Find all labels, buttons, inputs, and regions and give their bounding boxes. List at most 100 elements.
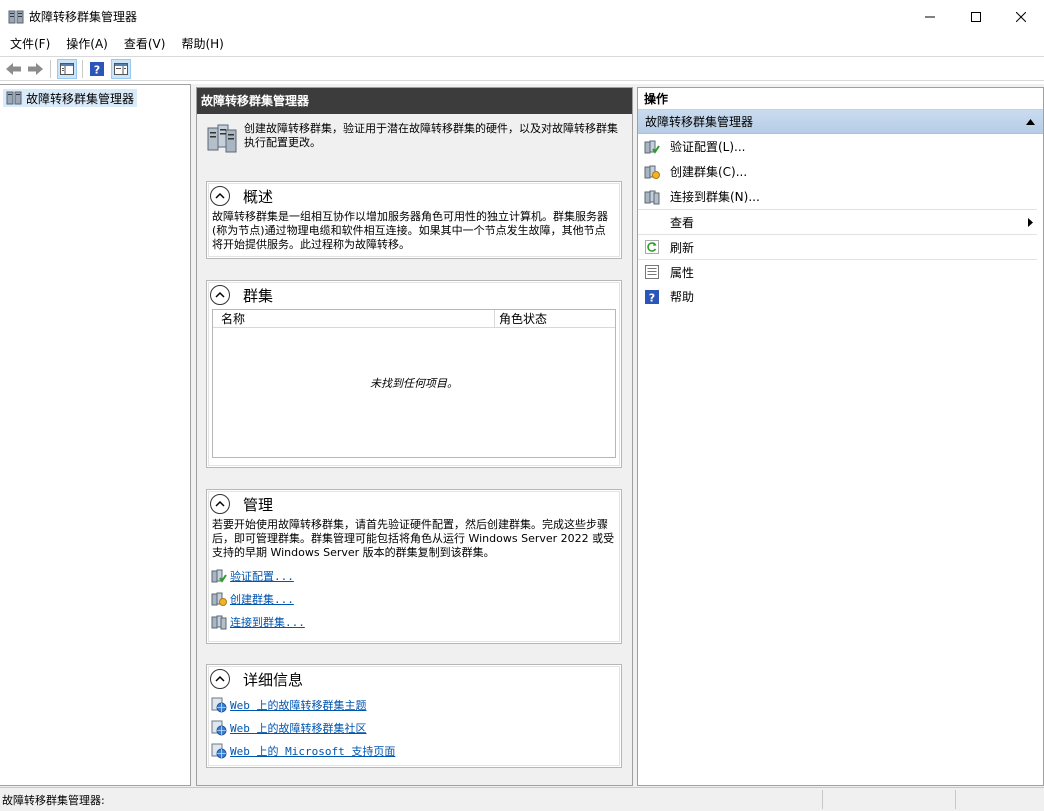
actions-group-header[interactable]: 故障转移群集管理器 [638, 110, 1043, 134]
refresh-icon [645, 240, 659, 254]
show-tree-button[interactable] [57, 59, 77, 79]
link-row-web-topics: Web 上的故障转移群集主题 [207, 693, 621, 716]
section-overview-title: 概述 [243, 187, 274, 206]
action-help-label: 帮助 [670, 290, 695, 304]
help-icon: ? [645, 289, 659, 304]
action-validate-config-label: 验证配置(L)... [670, 140, 746, 154]
link-row-web-support: Web 上的 Microsoft 支持页面 [207, 739, 621, 762]
status-text: 故障转移群集管理器: [2, 794, 105, 807]
section-clusters-header[interactable]: 群集 [207, 281, 621, 309]
intro-text: 创建故障转移群集，验证用于潜在故障转移群集的硬件，以及对故障转移群集执行配置更改… [244, 122, 618, 149]
action-view-label: 查看 [670, 215, 695, 230]
section-details-header[interactable]: 详细信息 [207, 665, 621, 693]
cluster-servers-icon [207, 124, 237, 153]
center-pane: 故障转移群集管理器 创建故障转移群集，验证用于潜在故障转移群集的硬件，以及对故障… [196, 87, 633, 786]
help-button[interactable]: ? [87, 59, 107, 79]
status-segment [955, 790, 956, 809]
show-action-pane-icon [114, 63, 128, 75]
column-header-name[interactable]: 名称 [213, 310, 495, 327]
section-manage-header[interactable]: 管理 [207, 490, 621, 518]
create-cluster-icon [211, 592, 227, 606]
menu-file[interactable]: 文件(F) [0, 33, 58, 55]
menu-view[interactable]: 查看(V) [116, 33, 174, 55]
intro: 创建故障转移群集，验证用于潜在故障转移群集的硬件，以及对故障转移群集执行配置更改… [197, 114, 632, 176]
clusters-list[interactable]: 名称 角色状态 未找到任何项目。 [212, 309, 616, 458]
help-icon: ? [90, 62, 104, 76]
column-header-role-status[interactable]: 角色状态 [495, 310, 547, 327]
tree-item-label: 故障转移群集管理器 [26, 91, 135, 106]
action-create-cluster[interactable]: 创建群集(C)... [638, 159, 1043, 184]
back-button[interactable] [3, 59, 23, 79]
section-details-title: 详细信息 [243, 670, 304, 689]
minimize-button[interactable] [907, 0, 953, 33]
forward-button[interactable] [25, 59, 45, 79]
close-button[interactable] [998, 0, 1044, 33]
action-help[interactable]: ? 帮助 [638, 284, 1043, 309]
show-action-pane-button[interactable] [111, 59, 131, 79]
web-support-link[interactable]: Web 上的 Microsoft 支持页面 [230, 743, 395, 759]
status-segment [822, 790, 823, 809]
action-properties[interactable]: 属性 [638, 259, 1037, 284]
chevron-up-icon [215, 675, 225, 682]
submenu-arrow-icon [1028, 218, 1033, 227]
close-icon [1016, 11, 1026, 22]
action-connect-cluster[interactable]: 连接到群集(N)... [638, 184, 1043, 209]
action-refresh-label: 刷新 [670, 240, 695, 255]
title-bar: 故障转移群集管理器 [0, 0, 1044, 33]
center-header: 故障转移群集管理器 [197, 88, 632, 114]
menu-action[interactable]: 操作(A) [58, 33, 116, 55]
chevron-up-icon [215, 500, 225, 507]
cluster-manager-app-icon [8, 10, 24, 23]
connect-cluster-icon [211, 615, 227, 629]
menu-bar: 文件(F) 操作(A) 查看(V) 帮助(H) [0, 33, 1044, 55]
action-validate-config[interactable]: 验证配置(L)... [638, 134, 1043, 159]
web-topics-link[interactable]: Web 上的故障转移群集主题 [230, 697, 367, 713]
link-row-web-community: Web 上的故障转移群集社区 [207, 716, 621, 739]
status-bar: 故障转移群集管理器: [0, 787, 1044, 811]
menu-help[interactable]: 帮助(H) [173, 33, 231, 55]
section-overview-header[interactable]: 概述 [207, 182, 621, 210]
overview-text: 故障转移群集是一组相互协作以增加服务器角色可用性的独立计算机。群集服务器(称为节… [212, 210, 608, 251]
link-row-connect: 连接到群集... [207, 610, 621, 633]
action-view[interactable]: 查看 [638, 209, 1037, 234]
collapse-manage-button[interactable] [210, 494, 230, 514]
action-create-cluster-label: 创建群集(C)... [670, 165, 748, 179]
link-row-create: 创建群集... [207, 587, 621, 610]
tree-item-root[interactable]: 故障转移群集管理器 [3, 89, 138, 107]
minimize-icon [925, 16, 935, 17]
cluster-manager-icon [6, 91, 22, 105]
chevron-up-icon [215, 192, 225, 199]
connect-cluster-icon [644, 190, 660, 204]
connect-cluster-link[interactable]: 连接到群集... [230, 614, 305, 630]
create-cluster-link[interactable]: 创建群集... [230, 591, 294, 607]
section-manage-title: 管理 [243, 495, 274, 514]
maximize-button[interactable] [953, 0, 999, 33]
section-clusters-title: 群集 [243, 286, 274, 305]
link-row-validate: 验证配置... [207, 564, 621, 587]
web-link-icon [211, 743, 227, 758]
section-clusters: 群集 名称 角色状态 未找到任何项目。 [206, 280, 622, 468]
toolbar: ? [0, 56, 1044, 81]
forward-icon [27, 63, 43, 75]
section-overview: 概述 故障转移群集是一组相互协作以增加服务器角色可用性的独立计算机。群集服务器(… [206, 181, 622, 259]
action-connect-cluster-label: 连接到群集(N)... [670, 190, 760, 204]
validate-config-icon [211, 569, 227, 583]
collapse-overview-button[interactable] [210, 186, 230, 206]
properties-icon [645, 265, 659, 279]
web-community-link[interactable]: Web 上的故障转移群集社区 [230, 720, 367, 736]
action-properties-label: 属性 [670, 265, 695, 280]
chevron-up-icon [215, 291, 225, 298]
web-link-icon [211, 720, 227, 735]
validate-config-link[interactable]: 验证配置... [230, 568, 294, 584]
web-link-icon [211, 697, 227, 712]
action-refresh[interactable]: 刷新 [638, 234, 1037, 259]
main-area: 故障转移群集管理器 故障转移群集管理器 创建故障转移群集，验证用于潜在故障转移群… [0, 84, 1044, 787]
section-manage: 管理 若要开始使用故障转移群集，请首先验证硬件配置，然后创建群集。完成这些步骤后… [206, 489, 622, 644]
show-tree-icon [60, 63, 74, 75]
back-icon [5, 63, 21, 75]
window-title: 故障转移群集管理器 [29, 10, 138, 24]
collapse-details-button[interactable] [210, 669, 230, 689]
collapse-clusters-button[interactable] [210, 285, 230, 305]
collapse-up-triangle-icon[interactable] [1026, 119, 1035, 125]
create-cluster-icon [644, 165, 660, 179]
